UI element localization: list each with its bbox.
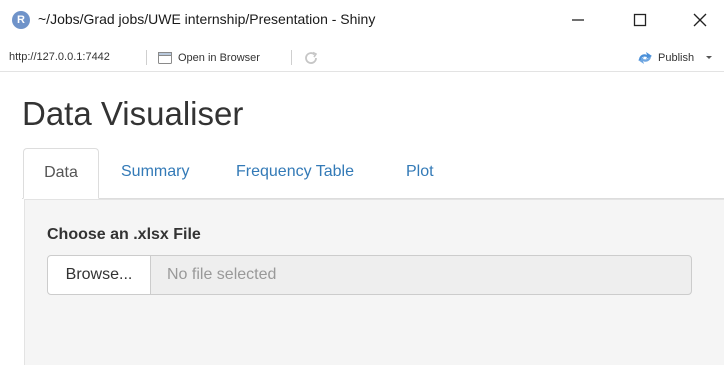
- open-in-browser-label: Open in Browser: [178, 52, 260, 64]
- tab-summary[interactable]: Summary: [111, 148, 199, 198]
- tab-frequency-table[interactable]: Frequency Table: [226, 148, 364, 198]
- viewer-toolbar: http://127.0.0.1:7442 Open in Browser Pu…: [0, 45, 724, 72]
- chevron-down-icon[interactable]: [705, 55, 713, 61]
- r-logo-icon: R: [12, 11, 30, 29]
- file-input-label: Choose an .xlsx File: [47, 226, 201, 243]
- close-icon: [693, 13, 707, 27]
- title-bar: R ~/Jobs/Grad jobs/UWE internship/Presen…: [0, 0, 724, 40]
- publish-button[interactable]: Publish: [637, 49, 713, 67]
- tab-plot[interactable]: Plot: [396, 148, 444, 198]
- browser-window-icon: [158, 52, 172, 64]
- refresh-icon[interactable]: [302, 49, 320, 67]
- maximize-icon: [633, 13, 647, 27]
- tab-bar: Data Summary Frequency Table Plot: [22, 148, 724, 199]
- tab-data[interactable]: Data: [23, 148, 99, 199]
- close-button[interactable]: [688, 8, 712, 32]
- page-title: Data Visualiser: [22, 95, 244, 132]
- open-in-browser-button[interactable]: Open in Browser: [158, 49, 260, 67]
- browse-button[interactable]: Browse...: [47, 255, 151, 295]
- minimize-button[interactable]: [566, 8, 590, 32]
- publish-label: Publish: [658, 52, 695, 64]
- window-title: ~/Jobs/Grad jobs/UWE internship/Presenta…: [38, 11, 376, 27]
- file-name-field[interactable]: No file selected: [150, 255, 692, 295]
- minimize-icon: [572, 19, 584, 21]
- toolbar-divider: [291, 50, 292, 65]
- publish-icon: [638, 52, 652, 64]
- url-text: http://127.0.0.1:7442: [9, 51, 110, 63]
- shiny-window: R ~/Jobs/Grad jobs/UWE internship/Presen…: [0, 0, 724, 365]
- file-input-panel: Choose an .xlsx File Browse... No file s…: [24, 199, 724, 365]
- toolbar-divider: [146, 50, 147, 65]
- maximize-button[interactable]: [628, 8, 652, 32]
